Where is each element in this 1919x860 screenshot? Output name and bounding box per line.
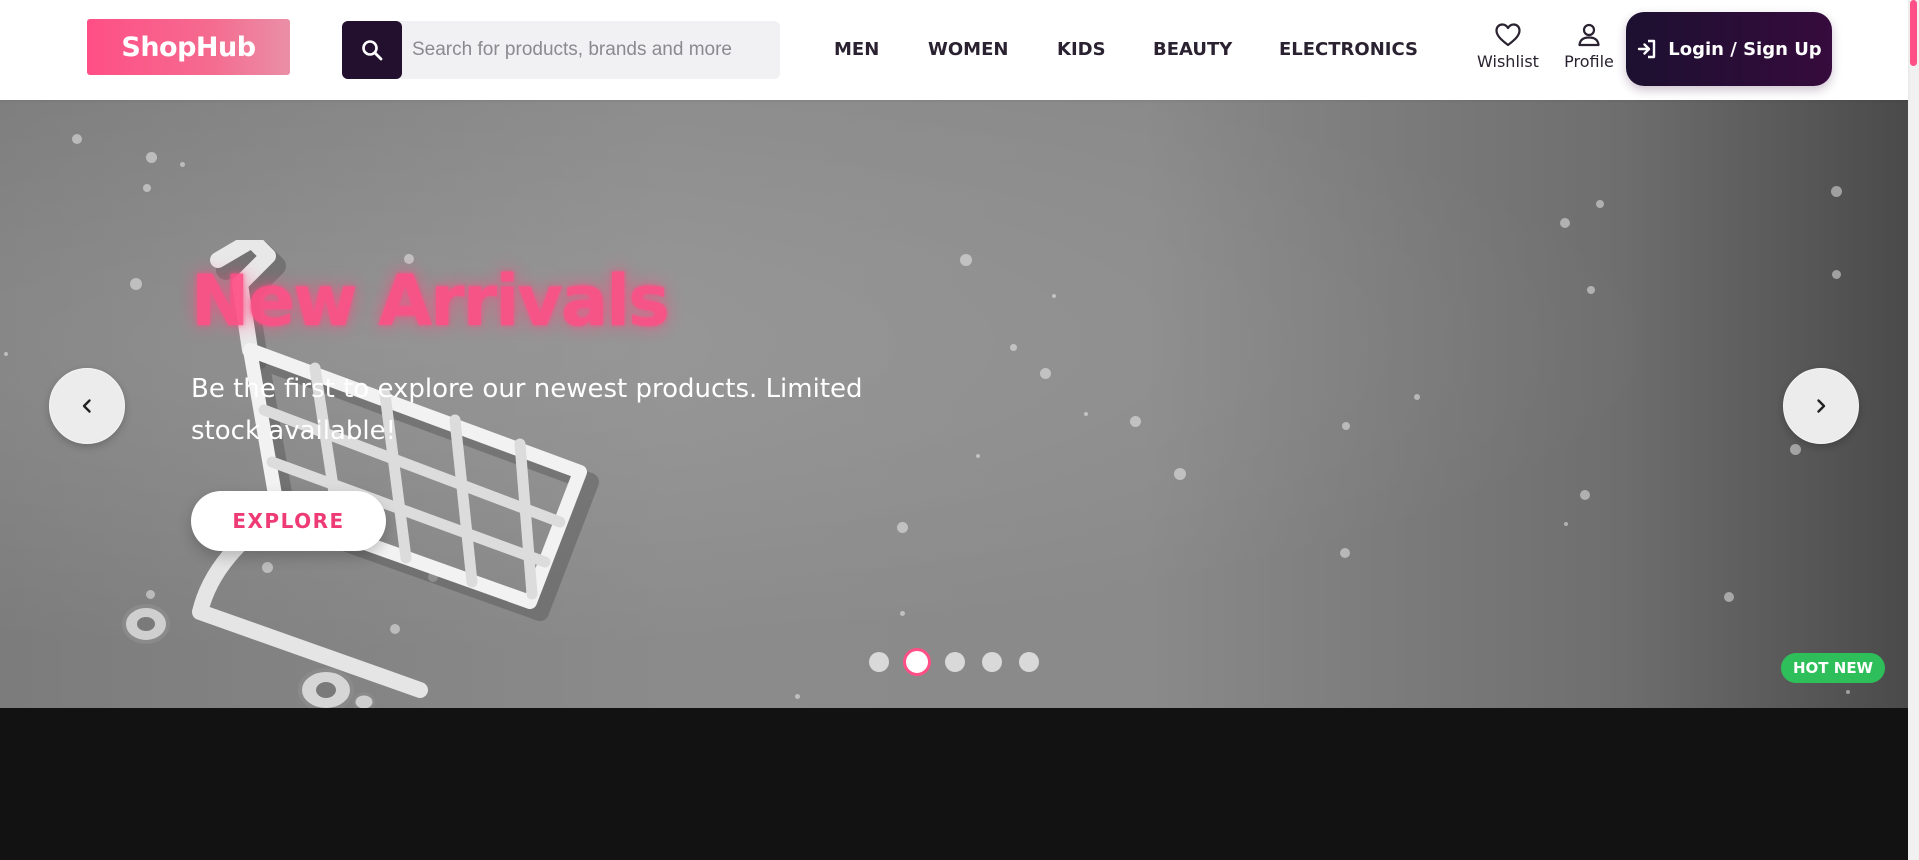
sparkle [1832, 270, 1841, 279]
profile-label: Profile [1564, 52, 1614, 71]
sparkle [795, 694, 800, 699]
user-icon [1578, 23, 1600, 47]
carousel-next-button[interactable] [1783, 368, 1859, 444]
heart-icon [1495, 23, 1521, 47]
sparkle [1790, 444, 1801, 455]
sparkle [1010, 344, 1017, 351]
dark-section [0, 708, 1908, 860]
search-input[interactable] [402, 21, 780, 79]
sparkle [1342, 422, 1350, 430]
nav-women[interactable]: WOMEN [928, 39, 1008, 60]
sparkle [1130, 416, 1141, 427]
sparkle [1340, 548, 1350, 558]
sparkle [1174, 468, 1186, 480]
sparkle [900, 611, 905, 616]
explore-button[interactable]: EXPLORE [191, 491, 386, 551]
carousel-indicator-2[interactable] [903, 648, 931, 676]
carousel-indicator-5[interactable] [1019, 652, 1039, 672]
logo[interactable]: ShopHub [87, 19, 290, 75]
scrollbar-thumb[interactable] [1910, 0, 1917, 66]
sparkle [1084, 412, 1088, 416]
chevron-right-icon [1817, 399, 1826, 413]
sparkle [4, 352, 8, 356]
chevron-left-icon [82, 399, 91, 413]
nav-men[interactable]: MEN [834, 39, 879, 60]
page-scrollbar[interactable] [1908, 0, 1919, 860]
sparkle [180, 162, 185, 167]
nav-beauty[interactable]: BEAUTY [1153, 39, 1232, 60]
sparkle [960, 254, 972, 266]
sparkle [72, 134, 82, 144]
wishlist-label: Wishlist [1477, 52, 1539, 71]
sparkle [143, 184, 151, 192]
hero-carousel: New Arrivals Be the first to explore our… [0, 100, 1908, 708]
sparkle [1831, 186, 1842, 197]
site-header: ShopHub MEN WOMEN KIDS BEAUTY ELECTRONIC… [0, 0, 1908, 100]
profile-link[interactable]: Profile [1558, 22, 1620, 71]
hero-subtitle: Be the first to explore our newest produ… [191, 374, 863, 446]
sparkle [1580, 490, 1590, 500]
login-icon [1638, 39, 1656, 59]
sparkle [1587, 286, 1595, 294]
sparkle [1564, 522, 1568, 526]
search-icon [362, 40, 383, 61]
hot-new-badge: HOT NEW [1781, 653, 1886, 683]
sparkle [1040, 368, 1051, 379]
nav-electronics[interactable]: ELECTRONICS [1279, 39, 1418, 60]
hero-title: New Arrivals [191, 260, 670, 342]
sparkle [1052, 294, 1056, 298]
sparkle [1724, 592, 1734, 602]
sparkle [897, 522, 908, 533]
sparkle [1596, 200, 1604, 208]
search-button[interactable] [342, 21, 402, 79]
login-label: Login / Sign Up [1668, 38, 1822, 60]
sparkle [976, 454, 980, 458]
nav-kids[interactable]: KIDS [1057, 39, 1106, 60]
sparkle [1846, 690, 1850, 694]
carousel-prev-button[interactable] [49, 368, 125, 444]
search-bar [342, 21, 780, 79]
carousel-indicator-1[interactable] [869, 652, 889, 672]
carousel-indicator-3[interactable] [945, 652, 965, 672]
sparkle [1560, 218, 1570, 228]
sparkle [1414, 394, 1420, 400]
sparkle [146, 152, 157, 163]
carousel-indicator-4[interactable] [982, 652, 1002, 672]
login-signup-button[interactable]: Login / Sign Up [1626, 12, 1832, 86]
wishlist-link[interactable]: Wishlist [1473, 22, 1543, 71]
